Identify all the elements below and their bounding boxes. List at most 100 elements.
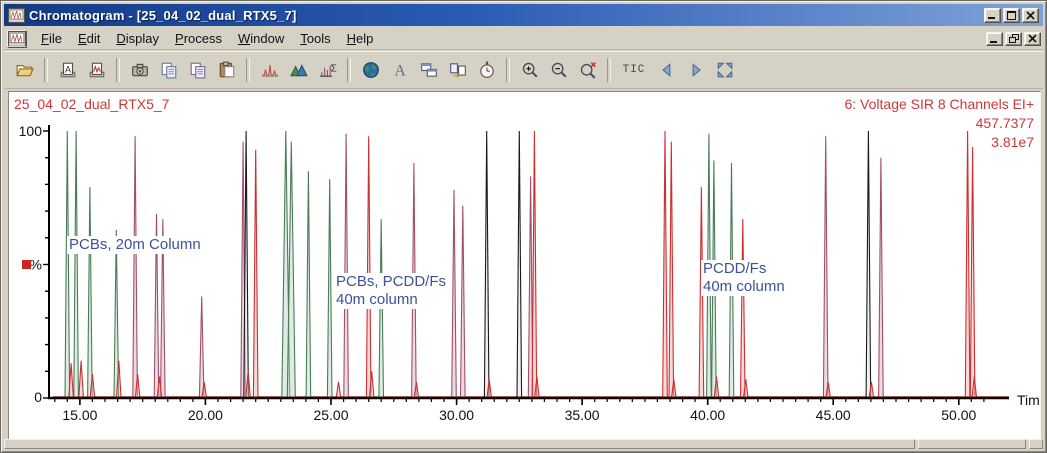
- peak: [326, 179, 333, 399]
- peak: [662, 130, 668, 399]
- peak: [451, 189, 457, 399]
- toolbar-separator: [347, 58, 351, 82]
- status-pane-main: [4, 439, 915, 449]
- close-button[interactable]: [1022, 7, 1039, 23]
- status-pane-secondary: [918, 439, 1026, 449]
- toolbar: A Σ A TIC: [4, 51, 1043, 89]
- toolbar-separator: [246, 58, 250, 82]
- peak: [865, 130, 872, 399]
- x-tick-label: 40.00: [690, 407, 725, 423]
- peak: [132, 136, 138, 399]
- chromatogram-window: Chromatogram - [25_04_02_dual_RTX5_7] Fi…: [0, 0, 1047, 453]
- peak: [198, 296, 205, 399]
- prev-function-icon[interactable]: [653, 57, 680, 83]
- window-title: Chromatogram - [25_04_02_dual_RTX5_7]: [29, 7, 297, 23]
- menu-items: File Edit Display Process Window Tools Help: [33, 30, 381, 48]
- toolbar-separator: [44, 58, 48, 82]
- x-tick-label: 30.00: [439, 407, 474, 423]
- peak: [73, 130, 79, 399]
- mdi-restore-button[interactable]: [1005, 31, 1022, 46]
- mdi-document-icon[interactable]: [7, 29, 27, 48]
- print-text-icon[interactable]: A: [54, 57, 81, 83]
- menu-item-process[interactable]: Process: [167, 29, 230, 48]
- function-label: 6: Voltage SIR 8 Channels EI+: [844, 96, 1034, 112]
- intensity-label: 3.81e7: [991, 134, 1034, 150]
- x-tick-label: 25.00: [313, 407, 348, 423]
- window-layout-icon[interactable]: [415, 57, 442, 83]
- maximize-button[interactable]: [1003, 7, 1020, 23]
- process-queue-icon[interactable]: [444, 57, 471, 83]
- peak: [305, 171, 312, 399]
- y-min-label: 0: [34, 389, 42, 405]
- zoom-in-icon[interactable]: [516, 57, 543, 83]
- peak: [252, 149, 259, 399]
- mass-label: 457.7377: [975, 115, 1034, 131]
- open-icon[interactable]: [11, 57, 38, 83]
- peak: [668, 141, 675, 399]
- peak-integrate-icon[interactable]: Σ: [314, 57, 341, 83]
- peak: [459, 205, 466, 399]
- y-axis-title: %: [30, 257, 42, 273]
- chart-annotation-3: PCDD/Fs 40m column: [701, 260, 787, 296]
- x-tick-label: 35.00: [565, 407, 600, 423]
- zoom-out-icon[interactable]: [545, 57, 572, 83]
- x-tick-label: 50.00: [941, 407, 976, 423]
- annotate-text-icon[interactable]: A: [386, 57, 413, 83]
- resize-grip[interactable]: [1029, 439, 1043, 449]
- spectrum-display-icon[interactable]: [285, 57, 312, 83]
- toolbar-separator: [607, 58, 611, 82]
- copy-icon[interactable]: [155, 57, 182, 83]
- peak: [483, 130, 490, 399]
- camera-icon[interactable]: [126, 57, 153, 83]
- menu-item-display[interactable]: Display: [108, 29, 167, 48]
- chart-annotation-1: PCBs, 20m Column: [67, 236, 203, 254]
- peak: [878, 157, 884, 399]
- peak: [365, 136, 372, 399]
- title-bar: Chromatogram - [25_04_02_dual_RTX5_7]: [4, 4, 1043, 26]
- menu-item-help[interactable]: Help: [339, 29, 382, 48]
- peak: [964, 130, 971, 399]
- y-max-label: 100: [19, 123, 43, 139]
- peak: [739, 219, 746, 399]
- function-header: 6: Voltage SIR 8 Channels EI+ 457.7377 3…: [844, 95, 1034, 152]
- status-bar: [4, 439, 1043, 449]
- globe-icon[interactable]: [357, 57, 384, 83]
- peak: [516, 130, 523, 399]
- chart-annotation-2: PCBs, PCDD/Fs 40m column: [334, 273, 449, 309]
- mdi-minimize-button[interactable]: [986, 31, 1003, 46]
- tic-button[interactable]: TIC: [617, 57, 651, 83]
- paste-icon[interactable]: [213, 57, 240, 83]
- x-axis-title: Time: [1017, 392, 1040, 408]
- menu-item-window[interactable]: Window: [230, 29, 292, 48]
- stopwatch-icon[interactable]: [473, 57, 500, 83]
- peak: [64, 130, 71, 399]
- toolbar-separator: [506, 58, 510, 82]
- svg-text:A: A: [394, 63, 406, 79]
- peak: [243, 130, 249, 399]
- trace-legend-marker: [22, 260, 31, 269]
- peak: [87, 187, 93, 399]
- data-file-label: 25_04_02_dual_RTX5_7: [14, 96, 170, 112]
- menu-item-tools[interactable]: Tools: [292, 29, 338, 48]
- zoom-reset-icon[interactable]: [574, 57, 601, 83]
- x-tick-label: 20.00: [188, 407, 223, 423]
- menu-item-file[interactable]: File: [33, 29, 70, 48]
- full-scale-icon[interactable]: [711, 57, 738, 83]
- menu-item-edit[interactable]: Edit: [70, 29, 108, 48]
- peak: [969, 146, 976, 399]
- x-tick-label: 15.00: [62, 407, 97, 423]
- minimize-button[interactable]: [984, 7, 1001, 23]
- svg-text:A: A: [64, 64, 70, 74]
- chromatogram-display-icon[interactable]: [256, 57, 283, 83]
- plot-area: 15.00 20.00 25.00 30.00 35.00 40.00 45.00 50.00…: [8, 91, 1041, 440]
- toolbar-separator: [116, 58, 120, 82]
- peak: [286, 141, 296, 399]
- peak: [822, 136, 829, 399]
- next-function-icon[interactable]: [682, 57, 709, 83]
- peak: [78, 360, 84, 399]
- mdi-close-button[interactable]: [1024, 31, 1041, 46]
- print-chrom-icon[interactable]: [83, 57, 110, 83]
- copy-list-icon[interactable]: [184, 57, 211, 83]
- app-icon: [8, 7, 25, 23]
- peak: [343, 133, 349, 399]
